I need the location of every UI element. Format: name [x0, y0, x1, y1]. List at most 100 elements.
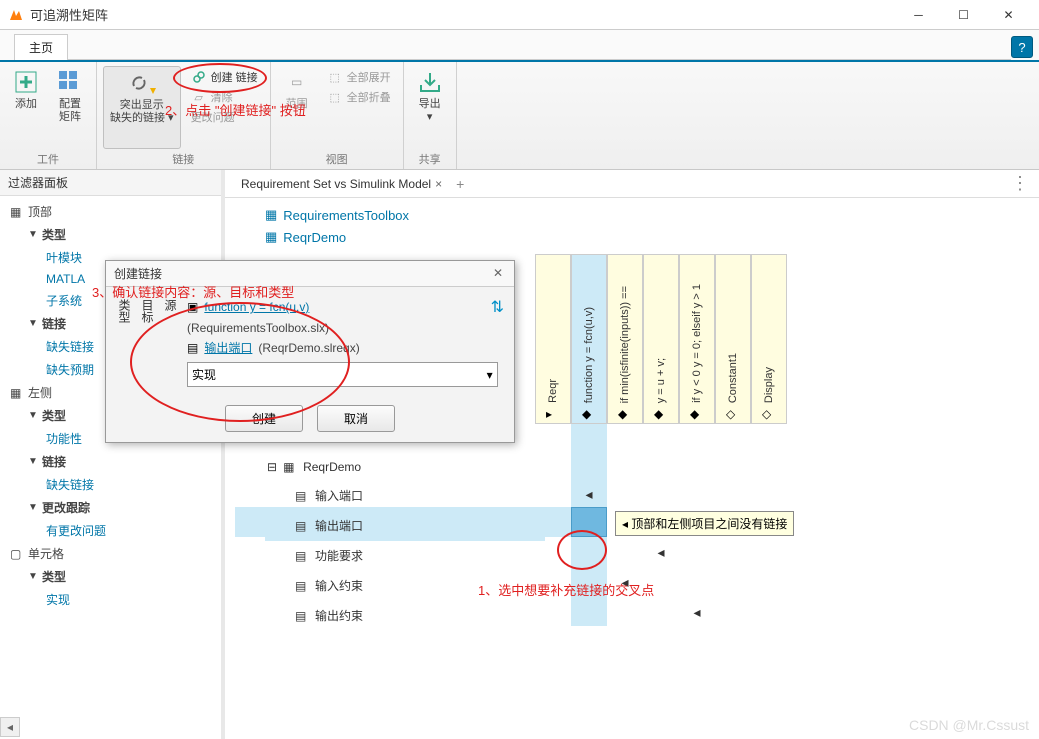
minimize-button[interactable]: ─: [896, 1, 941, 29]
link-mark[interactable]: ◂: [643, 537, 679, 567]
row-list: ⊟▦ReqrDemo ▤输入端口 ▤输出端口 ▤功能要求 ▤输入约束 ▤输出约束: [265, 454, 545, 631]
req-icon: ▤: [295, 609, 309, 623]
chevron-down-icon: ▾: [487, 368, 493, 382]
dialog-title: 创建链接: [114, 265, 490, 282]
row-header[interactable]: ▤功能要求: [265, 541, 545, 571]
req-icon: ▤: [295, 519, 309, 533]
block-icon: ▣: [187, 300, 198, 314]
create-link-button[interactable]: 创建 链接: [187, 68, 262, 86]
tree-change-track[interactable]: ▼更改跟踪: [0, 496, 221, 519]
cell-icon: ▢: [10, 547, 24, 561]
watermark: CSDN @Mr.Cssust: [909, 717, 1029, 733]
plus-icon: [12, 68, 40, 96]
link-warn-icon: [128, 69, 156, 97]
collapse-icon: ⬚: [327, 89, 343, 105]
req-icon: ▤: [295, 489, 309, 503]
req-icon: ▤: [295, 579, 309, 593]
link-mark[interactable]: ◂: [607, 567, 643, 597]
col-header[interactable]: if min(isfinite(inputs)) ==◆: [607, 254, 643, 424]
new-tab-button[interactable]: +: [456, 176, 464, 192]
app-icon: [8, 7, 24, 23]
doc-icon: ▦: [283, 460, 297, 474]
tree-missing-link2[interactable]: 缺失链接: [0, 473, 221, 496]
tree-link2[interactable]: ▼链接: [0, 450, 221, 473]
table-icon: ▦: [10, 386, 24, 400]
dialog-cancel-button[interactable]: 取消: [317, 405, 395, 432]
table-icon: ▦: [10, 205, 24, 219]
link-plus-icon: [191, 69, 207, 85]
tree-cell[interactable]: ▢单元格: [0, 542, 221, 565]
dialog-field-labels: 源 目标 类型: [116, 295, 179, 387]
col-header[interactable]: y = u + v;◆: [643, 254, 679, 424]
swap-icon[interactable]: ⇅: [491, 297, 504, 317]
block-icon: ◇: [762, 407, 776, 421]
tab-bar: 主页 ?: [0, 30, 1039, 60]
more-menu[interactable]: ⋮: [1011, 173, 1031, 194]
col-header[interactable]: if y < 0 y = 0; elseif y > 1◆: [679, 254, 715, 424]
close-icon[interactable]: ×: [435, 177, 442, 191]
block-icon: ◆: [654, 407, 668, 421]
add-button[interactable]: 添加: [6, 66, 46, 149]
highlight-missing-button[interactable]: 突出显示 缺失的链接 ▾: [103, 66, 181, 149]
block-icon: ◆: [618, 407, 632, 421]
block-icon: ◇: [726, 407, 740, 421]
block-icon: ◆: [582, 407, 596, 421]
hierarchy-item[interactable]: ▦ReqrDemo: [265, 226, 1019, 248]
scope-button[interactable]: ▭ 范围: [277, 66, 317, 149]
tree-implement[interactable]: 实现: [0, 588, 221, 611]
dialog-source-link[interactable]: function y = fcn(u,v): [204, 300, 309, 314]
dialog-source: ▣ function y = fcn(u,v) ⇅: [187, 295, 504, 319]
filter-panel-title: 过滤器面板: [0, 170, 221, 196]
titlebar: 可追溯性矩阵 ─ ☐ ✕: [0, 0, 1039, 30]
link-mark[interactable]: ◂: [571, 479, 607, 509]
tab-home[interactable]: 主页: [14, 34, 68, 60]
content-area: Requirement Set vs Simulink Model× + ⋮ ▦…: [225, 170, 1039, 739]
document-tab[interactable]: Requirement Set vs Simulink Model×: [233, 174, 450, 194]
clear-button[interactable]: ▱ 清除: [187, 88, 262, 106]
grid-icon: [56, 68, 84, 96]
row-header[interactable]: ⊟▦ReqrDemo: [265, 454, 545, 481]
tree-has-change[interactable]: 有更改问题: [0, 519, 221, 542]
dialog-type-select[interactable]: 实现▾: [187, 362, 498, 387]
help-button[interactable]: ?: [1011, 36, 1033, 58]
collapse-all-button[interactable]: ⬚ 全部折叠: [323, 88, 395, 106]
ribbon: 添加 配置 矩阵 工件 突出显示 缺失的链接 ▾ 创建 链接 ▱ 清除: [0, 60, 1039, 170]
expand-all-button[interactable]: ⬚ 全部展开: [323, 68, 395, 86]
config-matrix-button[interactable]: 配置 矩阵: [50, 66, 90, 149]
row-header[interactable]: ▤输入端口: [265, 481, 545, 511]
selected-cell[interactable]: [571, 507, 607, 537]
dialog-dest-link[interactable]: 输出端口: [204, 339, 252, 356]
maximize-button[interactable]: ☐: [941, 1, 986, 29]
tooltip: ◂ 顶部和左侧项目之间没有链接: [615, 511, 794, 536]
window-title: 可追溯性矩阵: [30, 5, 896, 24]
dialog-close-button[interactable]: ✕: [490, 266, 506, 282]
req-icon: ▤: [295, 549, 309, 563]
close-button[interactable]: ✕: [986, 1, 1031, 29]
export-button[interactable]: 导出 ▾: [410, 66, 450, 149]
col-header[interactable]: function y = fcn(u,v)◆: [571, 254, 607, 424]
doc-icon: ▦: [265, 229, 277, 245]
col-header[interactable]: Reqr▸: [535, 254, 571, 424]
tree-type3[interactable]: ▼类型: [0, 565, 221, 588]
filter-panel: 过滤器面板 ▦顶部 ▼类型 叶模块 MATLA 子系统 ▼链接 缺失链接 缺失预…: [0, 170, 225, 739]
row-header[interactable]: ▤输出约束: [265, 601, 545, 631]
dialog-create-button[interactable]: 创建: [225, 405, 303, 432]
more-issues-button[interactable]: 更改问题: [187, 108, 262, 126]
doc-icon: ▦: [265, 207, 277, 223]
link-mark[interactable]: ◂: [679, 597, 715, 627]
row-header[interactable]: ▤输入约束: [265, 571, 545, 601]
req-icon: ▤: [187, 341, 198, 355]
tree-type[interactable]: ▼类型: [0, 223, 221, 246]
create-link-dialog: 创建链接 ✕ 源 目标 类型 ▣ function y = fcn(u,v) ⇅…: [105, 260, 515, 443]
panel-collapse-button[interactable]: ◂: [0, 717, 20, 737]
expand-icon: ⬚: [327, 69, 343, 85]
export-icon: [416, 68, 444, 96]
dialog-dest: ▤ 输出端口 (ReqrDemo.slreqx): [187, 337, 504, 358]
hierarchy-item[interactable]: ▦RequirementsToolbox: [265, 204, 1019, 226]
req-icon: ▸: [546, 407, 560, 421]
tree-top[interactable]: ▦顶部: [0, 200, 221, 223]
col-header[interactable]: Constant1◇: [715, 254, 751, 424]
col-header[interactable]: Display◇: [751, 254, 787, 424]
row-header[interactable]: ▤输出端口: [265, 511, 545, 541]
document-tab-bar: Requirement Set vs Simulink Model× + ⋮: [225, 170, 1039, 198]
